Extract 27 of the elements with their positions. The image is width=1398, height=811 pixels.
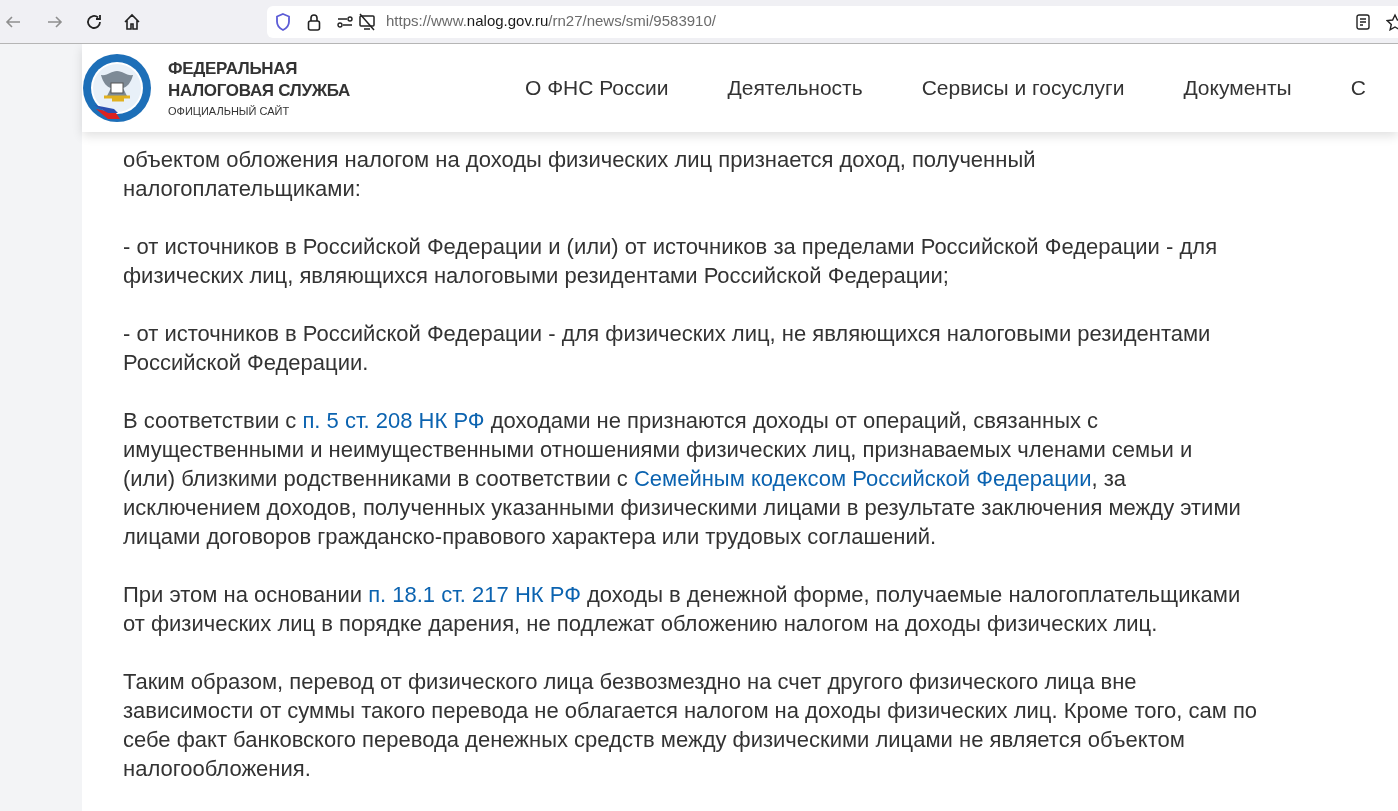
- article-paragraph: - от источников в Российской Федерации - для физических лиц, не являющихся налоговыми резидентами Российской Федерации.: [123, 320, 1212, 377]
- nav-link[interactable]: Документы: [1183, 72, 1292, 104]
- article-paragraph: При этом на основании п. 18.1 ст. 217 НК РФ доходы в денежной форме, получаемые налогоплательщиками от физических лиц в порядке дарения, не подлежат обложению налогом на доходы физических лиц.: [123, 581, 1242, 638]
- blocked-screen-icon[interactable]: [358, 12, 376, 31]
- reader-view-icon[interactable]: [1356, 13, 1370, 30]
- emblem-logo[interactable]: [82, 53, 152, 123]
- home-icon[interactable]: [123, 12, 141, 31]
- link[interactable]: п. 18.1 ст. 217 НК РФ: [368, 582, 581, 607]
- site-title: ФЕДЕРАЛЬНАЯ: [168, 57, 299, 80]
- url-field[interactable]: https://www.nalog.gov.ru/rn27/news/smi/9583910/: [267, 5, 1398, 38]
- shield-icon[interactable]: [275, 12, 291, 31]
- nav-link[interactable]: О ФНС России: [524, 72, 669, 104]
- article-paragraph: - от источников в Российской Федерации и (или) от источников за пределами Российской Федерации - для физических лиц, являющихся налоговыми резидентами Российской Федерации;: [123, 233, 1219, 290]
- bookmark-star-icon[interactable]: [1386, 12, 1398, 31]
- nav-link[interactable]: С: [1350, 72, 1366, 104]
- article-paragraph: В соответствии с п. 5 ст. 208 НК РФ доходами не признаются доходы от операций, связанных с имущественными и неимущественными отношениями физических лиц, признаваемых членами семьи и (или) близкими родственниками в соответствии с Семейным кодексом Российской Федерации, за исключением доходов, полученных указанными физическими лицами в результате заключения между этими лицами договоров гражданско-правового характера или трудовых соглашений.: [123, 407, 1242, 551]
- site-subtitle: ОФИЦИАЛЬНЫЙ САЙТ: [168, 103, 291, 119]
- nav-link[interactable]: Деятельность: [727, 72, 863, 104]
- permissions-icon[interactable]: [337, 14, 353, 29]
- link[interactable]: п. 5 ст. 208 НК РФ: [302, 408, 485, 433]
- lock-icon[interactable]: [307, 12, 321, 31]
- article-paragraph: объектом обложения налогом на доходы физических лиц признается доход, полученный налогоплательщиками:: [123, 146, 1037, 203]
- nav-link[interactable]: Сервисы и госуслуги: [921, 72, 1125, 104]
- site-title: НАЛОГОВАЯ СЛУЖБА: [168, 79, 350, 102]
- link[interactable]: Семейным кодексом Российской Федерации: [633, 466, 1092, 491]
- reload-icon[interactable]: [85, 12, 103, 31]
- article-paragraph: Таким образом, перевод от физического лица безвозмездно на счет другого физического лица вне зависимости от суммы такого перевода не облагается налогом на доходы физических лиц. Кроме того, сам по себе факт банковского перевода денежных средств между физическими лицами не является объектом налогообложения.: [123, 668, 1259, 783]
